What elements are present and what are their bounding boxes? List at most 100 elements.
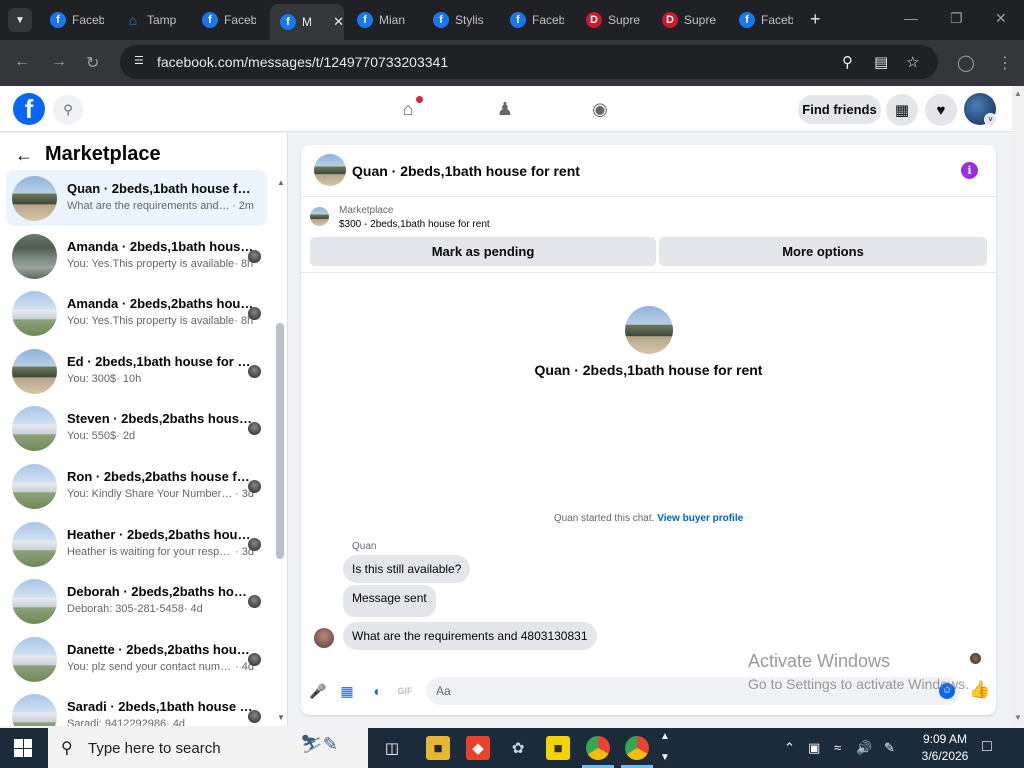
conversation-item[interactable]: Amanda · 2beds,1bath house for rent You: … [6,228,267,284]
microphone-icon[interactable]: 🎤 [309,683,326,699]
scroll-up-icon[interactable]: ▲ [277,178,285,187]
browser-tab[interactable]: D Supre [576,6,648,34]
listing-thumbnail[interactable] [310,207,329,226]
conversation-item[interactable]: Saradi · 2beds,1bath house for rent Sarad… [6,688,267,726]
taskbar-scroll-down-icon[interactable]: ▼ [660,752,670,763]
app-icon[interactable]: ✿ [506,736,530,760]
chat-title[interactable]: Quan · 2beds,1bath house for rent [352,163,580,179]
conversation-preview: You: Kindly Share Your Number and email … [67,488,254,500]
conversation-preview: You: 300$ · 10h [67,373,254,385]
meet-now-icon[interactable]: ▣ [808,740,820,756]
file-explorer-icon[interactable]: ■ [426,736,450,760]
browser-tab[interactable]: f Faceb [40,6,112,34]
profile-icon[interactable]: ◯ [957,53,975,73]
page-scrollbar[interactable] [1012,86,1024,726]
page-scroll-down-icon[interactable]: ▼ [1014,713,1022,722]
message-bubble[interactable]: What are the requirements and 4803130831 [343,622,597,650]
browser-tab[interactable]: f Stylis [423,6,497,34]
back-arrow-icon[interactable]: ← [15,145,33,166]
conversation-item[interactable]: Deborah · 2beds,2baths house for rent Deb… [6,573,267,629]
clock-date: 3/6/2026 [921,749,969,763]
menu-grid-icon[interactable]: ▦ [886,94,918,126]
volume-icon[interactable]: 🔊 [856,740,872,756]
taskbar-scroll-up-icon[interactable]: ▲ [660,731,670,742]
conversation-preview-text: You: 300$ [67,372,117,385]
conversation-avatar [12,521,57,567]
window-close-icon[interactable]: ✕ [995,10,1007,27]
facebook-logo-icon[interactable]: f [13,93,45,125]
sticky-notes-icon[interactable]: ■ [546,736,570,760]
conversation-time: · 4d [183,603,203,616]
anydesk-icon[interactable]: ◆ [466,736,490,760]
scroll-down-icon[interactable]: ▼ [277,713,285,722]
profile-avatar[interactable] [625,306,673,354]
browser-tab[interactable]: f Faceb [500,6,572,34]
bookmark-star-icon[interactable]: ☆ [906,53,919,71]
tab-search-button[interactable]: ▼ [8,8,32,32]
browser-tab[interactable]: f Faceb [729,6,801,34]
chrome-menu-icon[interactable]: ⋮ [997,53,1013,73]
groups-icon[interactable]: ◉ [588,97,612,121]
conversation-item[interactable]: Heather · 2beds,2baths house for rent Hea… [6,516,267,572]
site-info-icon[interactable]: ☰ [134,54,148,68]
chat-avatar[interactable] [314,154,346,186]
system-clock[interactable]: 9:09 AM 3/6/2026 [916,731,974,765]
notification-center-icon[interactable]: □ [982,738,992,756]
new-tab-button[interactable]: + [810,9,821,30]
conversation-item[interactable]: Ron · 2beds,2baths house for rent You: Ki… [6,458,267,514]
thumbs-up-icon[interactable]: 👍 [969,680,990,700]
zoom-icon[interactable]: ⚲ [842,53,853,71]
seen-avatar [248,595,261,609]
url-text[interactable]: facebook.com/messages/t/1249770733203341 [157,54,448,70]
conversation-time: · 4d [166,718,186,726]
restore-icon[interactable]: ❐ [950,10,963,27]
page-scroll-up-icon[interactable]: ▲ [1014,89,1022,98]
taskbar-search-box[interactable]: ⚲ Type here to search ⛷✎ [48,728,368,768]
conversation-item[interactable]: Ed · 2beds,1bath house for rent You: 300$… [6,343,267,399]
browser-tab-label: M [302,15,312,29]
browser-tab[interactable]: f Mian [347,6,419,34]
network-icon[interactable]: ≈ [834,740,841,755]
photo-icon[interactable]: ▦ [339,683,355,699]
sender-avatar[interactable] [314,628,334,648]
browser-tab[interactable]: f Faceb [192,6,268,34]
minimize-icon[interactable]: — [904,10,918,26]
account-chevron-icon[interactable]: ˅ [984,113,997,126]
view-buyer-profile-link[interactable]: View buyer profile [657,513,743,524]
browser-tab[interactable]: ⌂ Tamp [115,6,189,34]
chrome-icon[interactable] [625,736,649,760]
message-bubble[interactable]: Is this still available? [343,555,471,583]
listing-title[interactable]: $300 - 2beds,1bath house for rent [339,219,490,230]
task-view-icon[interactable]: ◫ [380,736,404,760]
mark-as-pending-button[interactable]: Mark as pending [310,237,656,266]
sticker-icon[interactable]: ◖ [368,683,384,699]
back-icon[interactable]: ← [14,53,30,71]
friends-icon[interactable]: ♟ [493,97,517,121]
browser-tab-label: Tamp [147,13,177,27]
message-bubble[interactable]: Message sent [343,585,436,617]
gif-icon[interactable]: GIF [397,683,413,699]
conversation-name: Heather · 2beds,2baths house for rent [67,526,254,542]
browser-tab[interactable]: f M ✕ [270,4,344,40]
address-bar[interactable]: ☰ facebook.com/messages/t/12497707332033… [120,45,938,79]
windows-start-icon[interactable] [14,739,32,757]
forward-icon[interactable]: → [51,53,67,71]
conversation-item[interactable]: Steven · 2beds,2baths house for rent You:… [6,400,267,456]
more-options-button[interactable]: More options [659,237,987,266]
d-icon: D [662,12,678,28]
info-icon[interactable]: i [961,162,978,179]
sidebar-scrollbar[interactable] [276,323,284,559]
install-app-icon[interactable]: ▤ [874,53,888,71]
pen-icon[interactable]: ✎ [884,740,895,756]
notifications-bell-icon[interactable]: ♥ [925,94,957,126]
chrome-icon[interactable] [586,736,610,760]
show-hidden-icons-icon[interactable]: ⌃ [784,740,795,756]
close-tab-icon[interactable]: ✕ [333,14,344,30]
search-icon[interactable]: ⚲ [53,95,83,125]
conversation-item[interactable]: Quan · 2beds,1bath house for rent What ar… [6,170,267,226]
browser-tab[interactable]: D Supre [652,6,726,34]
conversation-item[interactable]: Amanda · 2beds,2baths house for rent You:… [6,285,267,341]
conversation-item[interactable]: Danette · 2beds,2baths house for rent You… [6,631,267,687]
find-friends-button[interactable]: Find friends [798,95,881,124]
reload-icon[interactable]: ↻ [86,53,99,73]
